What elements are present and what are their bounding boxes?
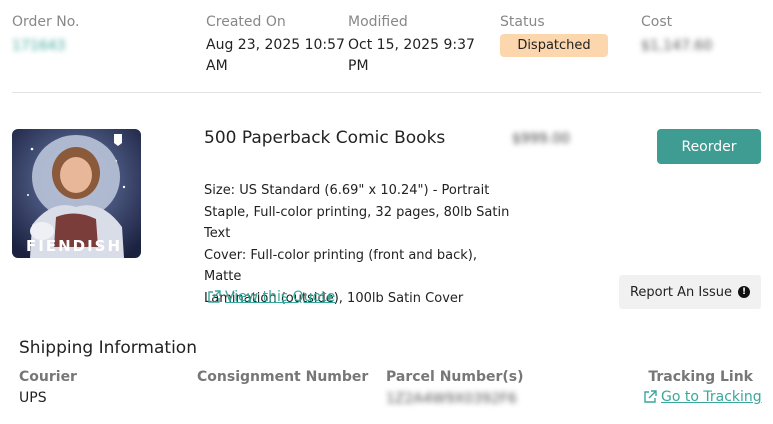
cost-label: Cost bbox=[641, 14, 673, 30]
tracking-label: Tracking Link bbox=[648, 369, 753, 385]
info-icon: ! bbox=[738, 286, 751, 298]
spec-line: Size: US Standard (6.69" x 10.24") - Por… bbox=[204, 183, 490, 198]
view-quote-label[interactable]: View this Quote bbox=[225, 289, 335, 305]
modified-ampm: PM bbox=[348, 58, 369, 74]
tracking-link[interactable]: Go to Tracking bbox=[643, 389, 762, 405]
product-price: $999.00 bbox=[512, 131, 570, 147]
courier-value: UPS bbox=[19, 390, 47, 406]
consignment-label: Consignment Number bbox=[197, 369, 369, 385]
external-link-icon bbox=[644, 390, 657, 403]
status-label: Status bbox=[500, 14, 545, 30]
modified-label: Modified bbox=[348, 14, 408, 30]
order-no-value[interactable]: 171643 bbox=[12, 36, 65, 57]
comic-title-logo: FIENDISH bbox=[26, 237, 123, 255]
created-date: Aug 23, 2025 10:57 bbox=[206, 37, 345, 53]
cost-value: $1,147.60 bbox=[641, 38, 713, 54]
product-title: 500 Paperback Comic Books bbox=[204, 128, 446, 148]
spec-line: Cover: Full-color printing (front and ba… bbox=[204, 247, 478, 285]
modified-value: Oct 15, 2025 9:37 PM bbox=[348, 35, 475, 77]
product-thumbnail: FIENDISH bbox=[12, 129, 141, 258]
report-issue-label: Report An Issue bbox=[629, 284, 733, 300]
status-badge: Dispatched bbox=[500, 34, 608, 57]
parcel-label: Parcel Number(s) bbox=[386, 369, 524, 385]
view-quote-link[interactable]: View this Quote bbox=[207, 289, 335, 305]
report-issue-button[interactable]: Report An Issue ! bbox=[619, 275, 761, 309]
courier-label: Courier bbox=[19, 369, 77, 385]
spec-line: Staple, Full-color printing, 32 pages, 8… bbox=[204, 204, 510, 220]
external-link-icon bbox=[208, 290, 221, 303]
created-label: Created On bbox=[206, 14, 286, 30]
spec-line: Text bbox=[204, 226, 231, 241]
reorder-button[interactable]: Reorder bbox=[657, 129, 761, 164]
tracking-link-label[interactable]: Go to Tracking bbox=[661, 389, 762, 405]
order-no-label: Order No. bbox=[12, 14, 80, 30]
modified-date: Oct 15, 2025 9:37 bbox=[348, 37, 475, 53]
header-divider bbox=[12, 92, 761, 93]
created-value: Aug 23, 2025 10:57 AM bbox=[206, 35, 345, 77]
parcel-value: 1Z2A4W9X0392F6 bbox=[386, 391, 517, 407]
created-ampm: AM bbox=[206, 58, 228, 74]
shipping-heading: Shipping Information bbox=[19, 338, 197, 358]
